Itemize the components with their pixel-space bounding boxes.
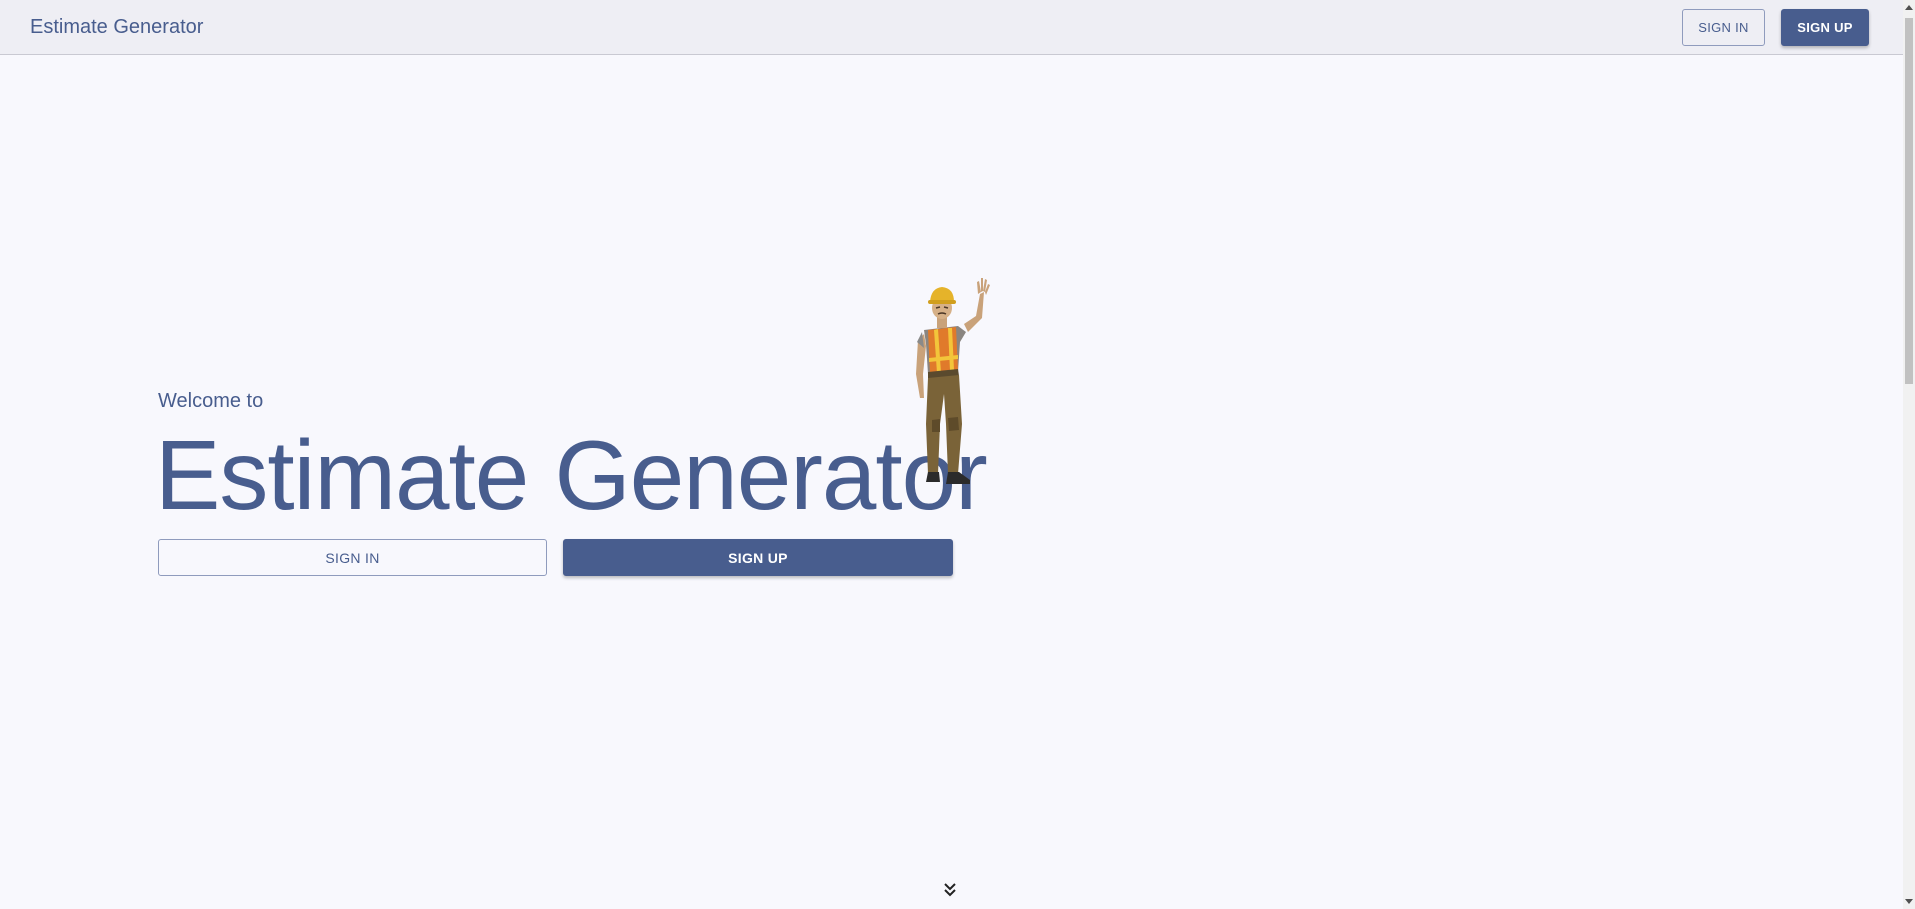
hero-sign-up-button[interactable]: SIGN UP: [563, 539, 953, 576]
welcome-text: Welcome to: [158, 390, 264, 412]
vertical-scrollbar[interactable]: [1903, 0, 1915, 909]
scrollbar-thumb[interactable]: [1905, 18, 1913, 384]
app-title[interactable]: Estimate Generator: [30, 16, 203, 39]
scroll-down-arrow-icon[interactable]: [1903, 895, 1915, 909]
hero-title: Estimate Generator: [155, 420, 988, 530]
scroll-up-arrow-icon[interactable]: [1903, 0, 1915, 14]
page: Estimate Generator SIGN IN SIGN UP Welco…: [0, 0, 1915, 909]
double-chevron-down-icon[interactable]: [940, 880, 960, 900]
hero-sign-in-button[interactable]: SIGN IN: [158, 539, 547, 576]
construction-worker-illustration: [916, 278, 990, 484]
app-bar: Estimate Generator SIGN IN SIGN UP: [0, 0, 1903, 55]
header-sign-up-button[interactable]: SIGN UP: [1781, 9, 1869, 46]
header-sign-in-button[interactable]: SIGN IN: [1682, 9, 1765, 46]
